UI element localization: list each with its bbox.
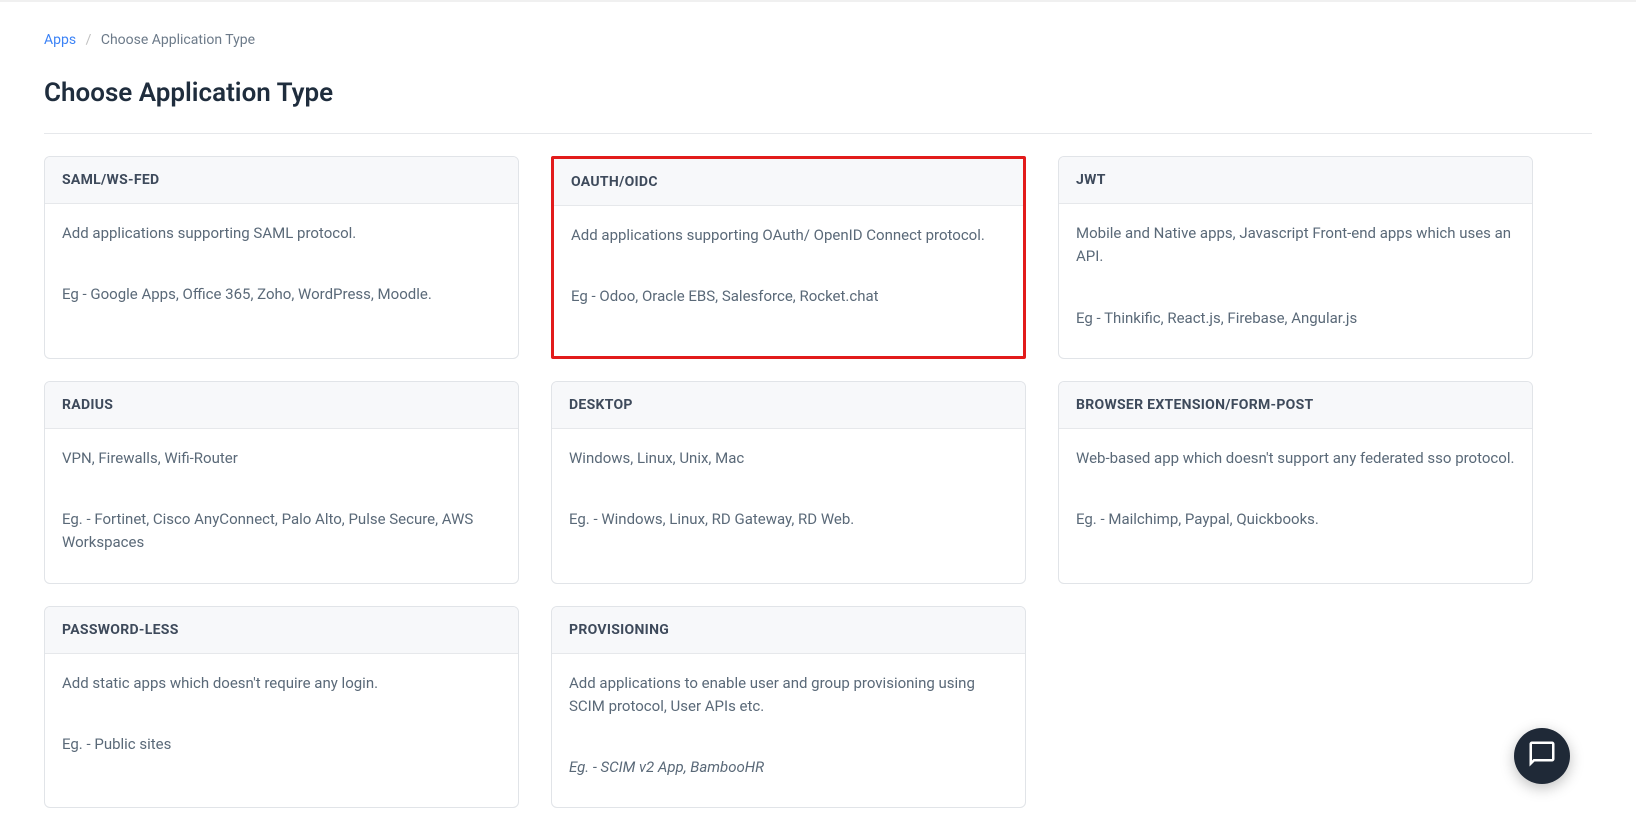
- card-oauth[interactable]: OAUTH/OIDC Add applications supporting O…: [551, 156, 1026, 359]
- card-desc: Web-based app which doesn't support any …: [1076, 447, 1515, 470]
- card-passwordless[interactable]: PASSWORD-LESS Add static apps which does…: [44, 606, 519, 809]
- card-desc: Add applications to enable user and grou…: [569, 672, 1008, 719]
- card-example: Eg. - Mailchimp, Paypal, Quickbooks.: [1076, 508, 1515, 531]
- card-desc: Windows, Linux, Unix, Mac: [569, 447, 1008, 470]
- divider: [44, 133, 1592, 134]
- card-example: Eg - Google Apps, Office 365, Zoho, Word…: [62, 283, 501, 306]
- card-example: Eg - Thinkific, React.js, Firebase, Angu…: [1076, 307, 1515, 330]
- card-desc: VPN, Firewalls, Wifi-Router: [62, 447, 501, 470]
- card-jwt[interactable]: JWT Mobile and Native apps, Javascript F…: [1058, 156, 1533, 359]
- card-body: Web-based app which doesn't support any …: [1059, 429, 1532, 560]
- card-title: RADIUS: [45, 382, 518, 429]
- card-title: PROVISIONING: [552, 607, 1025, 654]
- card-body: Mobile and Native apps, Javascript Front…: [1059, 204, 1532, 358]
- card-provisioning[interactable]: PROVISIONING Add applications to enable …: [551, 606, 1026, 809]
- app-type-grid: SAML/WS-FED Add applications supporting …: [44, 156, 1592, 808]
- card-body: Windows, Linux, Unix, Mac Eg. - Windows,…: [552, 429, 1025, 560]
- card-desc: Add applications supporting OAuth/ OpenI…: [571, 224, 1006, 247]
- card-title: JWT: [1059, 157, 1532, 204]
- card-radius[interactable]: RADIUS VPN, Firewalls, Wifi-Router Eg. -…: [44, 381, 519, 584]
- breadcrumb: Apps / Choose Application Type: [44, 32, 1592, 48]
- card-example: Eg. - Public sites: [62, 733, 501, 756]
- card-body: Add static apps which doesn't require an…: [45, 654, 518, 785]
- card-body: Add applications supporting OAuth/ OpenI…: [554, 206, 1023, 337]
- breadcrumb-link-apps[interactable]: Apps: [44, 32, 76, 48]
- card-example: Eg - Odoo, Oracle EBS, Salesforce, Rocke…: [571, 285, 1006, 308]
- card-saml[interactable]: SAML/WS-FED Add applications supporting …: [44, 156, 519, 359]
- card-title: BROWSER EXTENSION/FORM-POST: [1059, 382, 1532, 429]
- card-title: PASSWORD-LESS: [45, 607, 518, 654]
- breadcrumb-current: Choose Application Type: [101, 32, 255, 48]
- card-desc: Add static apps which doesn't require an…: [62, 672, 501, 695]
- card-example: Eg. - Fortinet, Cisco AnyConnect, Palo A…: [62, 508, 501, 555]
- card-desktop[interactable]: DESKTOP Windows, Linux, Unix, Mac Eg. - …: [551, 381, 1026, 584]
- page-container: Apps / Choose Application Type Choose Ap…: [0, 2, 1636, 838]
- card-body: Add applications supporting SAML protoco…: [45, 204, 518, 335]
- card-desc: Mobile and Native apps, Javascript Front…: [1076, 222, 1515, 269]
- card-example: Eg. - Windows, Linux, RD Gateway, RD Web…: [569, 508, 1008, 531]
- page-title: Choose Application Type: [44, 78, 1592, 108]
- chat-button[interactable]: [1514, 728, 1570, 784]
- chat-icon: [1527, 739, 1557, 773]
- card-title: SAML/WS-FED: [45, 157, 518, 204]
- card-body: VPN, Firewalls, Wifi-Router Eg. - Fortin…: [45, 429, 518, 583]
- card-body: Add applications to enable user and grou…: [552, 654, 1025, 808]
- breadcrumb-separator: /: [86, 32, 92, 48]
- card-browser-extension[interactable]: BROWSER EXTENSION/FORM-POST Web-based ap…: [1058, 381, 1533, 584]
- card-title: DESKTOP: [552, 382, 1025, 429]
- card-example: Eg. - SCIM v2 App, BambooHR: [569, 756, 1008, 779]
- card-title: OAUTH/OIDC: [554, 159, 1023, 206]
- card-desc: Add applications supporting SAML protoco…: [62, 222, 501, 245]
